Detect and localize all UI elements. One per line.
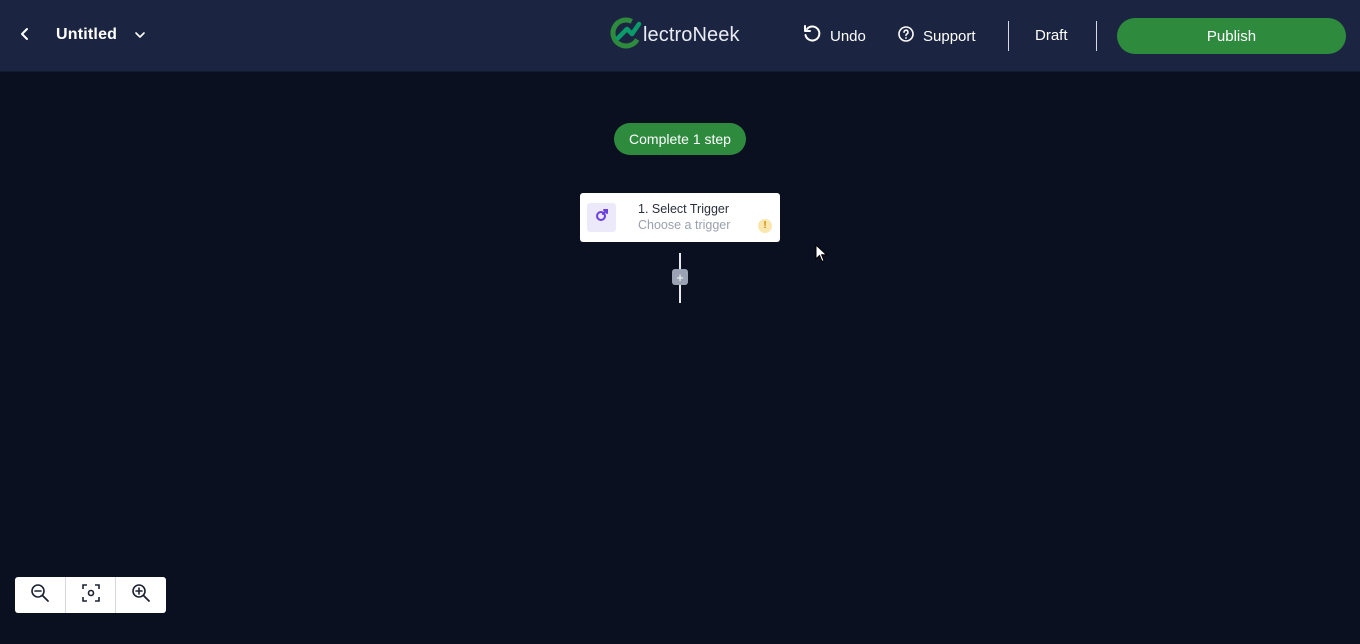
fit-to-screen-icon	[81, 583, 101, 608]
trigger-icon-box	[587, 203, 616, 232]
electroneek-logo: lectroNeek	[610, 16, 740, 55]
trigger-step-subtitle: Choose a trigger	[638, 218, 731, 232]
warning-glyph: !	[763, 220, 767, 231]
help-circle-icon	[897, 25, 915, 48]
chevron-down-icon	[134, 26, 146, 44]
logo-mark-icon	[610, 16, 642, 55]
mouse-cursor-icon	[815, 243, 829, 269]
header-divider	[1096, 21, 1097, 51]
support-label: Support	[923, 27, 976, 45]
workflow-title[interactable]: Untitled	[56, 26, 117, 44]
plus-icon: +	[676, 269, 684, 285]
back-button[interactable]	[14, 24, 36, 48]
top-bar: Untitled lectroNeek Undo Support Draft P…	[0, 0, 1360, 72]
logo-text: lectroNeek	[643, 23, 740, 46]
support-button[interactable]: Support	[897, 24, 976, 48]
title-menu-button[interactable]	[132, 27, 148, 43]
undo-icon	[802, 24, 822, 49]
undo-label: Undo	[830, 27, 866, 45]
trigger-icon	[594, 207, 610, 228]
trigger-step-card[interactable]: 1. Select Trigger Choose a trigger !	[580, 193, 780, 242]
steps-progress-badge: Complete 1 step	[614, 123, 746, 155]
add-step-button[interactable]: +	[672, 269, 688, 285]
publish-button[interactable]: Publish	[1117, 18, 1346, 54]
chevron-left-icon	[20, 27, 30, 46]
zoom-out-icon	[30, 583, 50, 608]
status-draft: Draft	[1035, 27, 1068, 44]
zoom-in-icon	[131, 583, 151, 608]
zoom-out-button[interactable]	[15, 577, 65, 613]
fit-to-screen-button[interactable]	[65, 577, 115, 613]
zoom-in-button[interactable]	[115, 577, 165, 613]
trigger-step-title: 1. Select Trigger	[638, 202, 730, 216]
header-divider	[1008, 21, 1009, 51]
zoom-controls	[15, 577, 166, 613]
warning-icon: !	[758, 219, 772, 233]
undo-button[interactable]: Undo	[802, 24, 866, 48]
